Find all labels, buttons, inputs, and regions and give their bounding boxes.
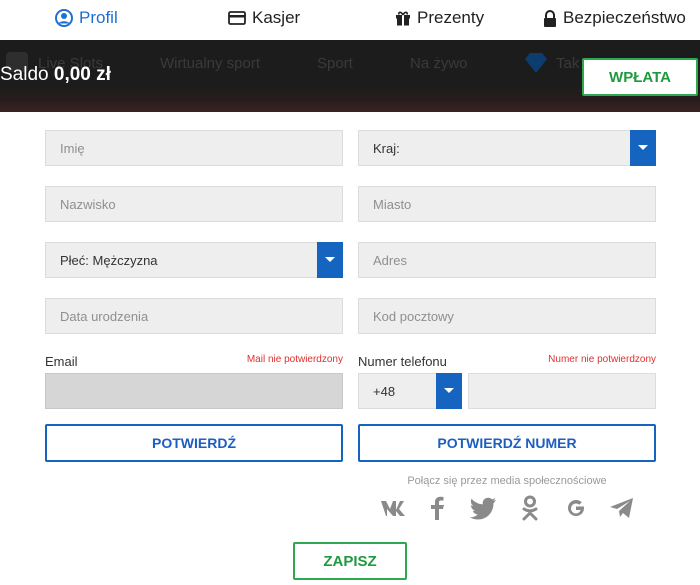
chevron-down-icon[interactable] <box>317 242 343 278</box>
postal-code-placeholder: Kod pocztowy <box>373 308 454 324</box>
tab-prezenty-label: Prezenty <box>417 8 485 27</box>
deposit-button[interactable]: WPŁATA <box>582 58 698 96</box>
email-field[interactable] <box>45 373 343 409</box>
google-icon[interactable] <box>561 494 591 522</box>
last-name-input[interactable]: Nazwisko <box>45 186 343 222</box>
chevron-down-icon[interactable] <box>436 373 462 409</box>
balance-display: Saldo 0,00 zł <box>0 64 111 86</box>
nav-item-tak[interactable]: Tak <box>556 55 579 72</box>
first-name-input[interactable]: Imię <box>45 130 343 166</box>
gift-icon <box>395 10 411 26</box>
chevron-down-icon[interactable] <box>630 130 656 166</box>
address-input[interactable]: Adres <box>358 242 656 278</box>
nav-item-virtual-sport[interactable]: Wirtualny sport <box>160 55 260 72</box>
card-icon <box>228 11 246 25</box>
phone-error: Numer nie potwierdzony <box>548 354 656 365</box>
email-label: Email <box>45 354 78 369</box>
tab-profil[interactable]: Profil <box>55 6 118 30</box>
tab-profil-label: Profil <box>79 8 118 27</box>
last-name-placeholder: Nazwisko <box>60 196 116 212</box>
tab-bezpieczenstwo[interactable]: Bezpieczeństwo <box>543 6 686 30</box>
balance-label: Saldo <box>0 64 49 85</box>
gender-value: Płeć: Mężczyzna <box>60 252 158 268</box>
lock-icon <box>543 9 557 27</box>
address-placeholder: Adres <box>373 252 407 268</box>
gender-select[interactable]: Płeć: Mężczyzna <box>45 242 343 278</box>
social-connect-text: Połącz się przez media społecznościowe <box>407 475 607 487</box>
balance-value: 0,00 zł <box>53 64 111 85</box>
profile-tabs: Profil Kasjer Prezenty Bezpieczeństwo <box>0 0 700 36</box>
nav-item-live[interactable]: Na żywo <box>410 55 468 72</box>
country-select[interactable]: Kraj: <box>358 130 656 166</box>
tab-kasjer[interactable]: Kasjer <box>228 6 300 30</box>
country-value: Kraj: <box>373 140 400 156</box>
birthdate-input[interactable]: Data urodzenia <box>45 298 343 334</box>
phone-prefix-select[interactable]: +48 <box>358 373 462 409</box>
diamond-icon <box>524 52 547 74</box>
phone-label: Numer telefonu <box>358 354 447 369</box>
tab-bezpieczenstwo-label: Bezpieczeństwo <box>563 8 686 27</box>
save-button[interactable]: ZAPISZ <box>293 542 407 580</box>
odnoklassniki-icon[interactable] <box>515 494 545 522</box>
first-name-placeholder: Imię <box>60 140 85 156</box>
confirm-email-button[interactable]: POTWIERDŹ <box>45 424 343 462</box>
telegram-icon[interactable] <box>607 494 637 522</box>
vk-icon[interactable] <box>380 494 410 522</box>
facebook-icon[interactable] <box>422 494 452 522</box>
email-error: Mail nie potwierdzony <box>246 354 343 365</box>
phone-number-input[interactable] <box>468 373 656 409</box>
postal-code-input[interactable]: Kod pocztowy <box>358 298 656 334</box>
birthdate-placeholder: Data urodzenia <box>60 308 149 324</box>
confirm-number-button[interactable]: POTWIERDŹ NUMER <box>358 424 656 462</box>
tab-kasjer-label: Kasjer <box>252 8 301 27</box>
city-placeholder: Miasto <box>373 196 412 212</box>
twitter-icon[interactable] <box>468 494 498 522</box>
phone-prefix-value: +48 <box>373 383 396 399</box>
user-circle-icon <box>55 9 73 27</box>
city-input[interactable]: Miasto <box>358 186 656 222</box>
tab-prezenty[interactable]: Prezenty <box>395 6 484 30</box>
nav-item-sport[interactable]: Sport <box>317 55 353 72</box>
